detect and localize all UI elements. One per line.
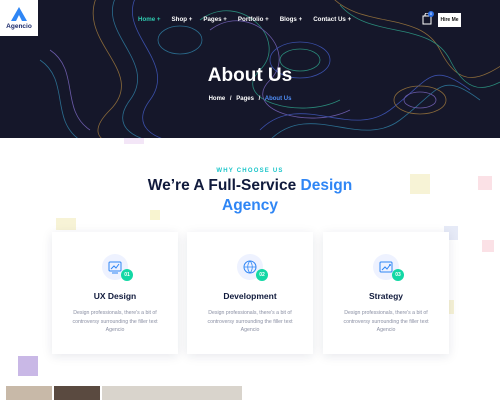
cart-count-badge: 0 <box>428 11 434 17</box>
breadcrumb: Home / Pages / About Us <box>0 96 500 102</box>
card-description: Design professionals, there's a bit of c… <box>207 310 293 333</box>
nav-item-contact[interactable]: Contact Us + <box>313 16 351 23</box>
decorative-square <box>56 218 76 230</box>
hire-me-button[interactable]: Hire Me <box>438 13 461 27</box>
card-number-badge: 01 <box>121 269 133 281</box>
service-card-strategy[interactable]: 03 Strategy Design professionals, there'… <box>323 232 449 354</box>
main-nav: Home + Shop + Pages + Portfolio + Blogs … <box>138 16 362 23</box>
section-eyebrow: WHY CHOOSE US <box>216 168 284 174</box>
nav-item-home[interactable]: Home + <box>138 16 161 23</box>
decorative-square <box>18 356 38 376</box>
service-card-development[interactable]: 02 Development Design professionals, the… <box>187 232 313 354</box>
nav-item-portfolio[interactable]: Portfolio + <box>238 16 269 23</box>
service-card-ux[interactable]: 01 UX Design Design professionals, there… <box>52 232 178 354</box>
nav-item-blogs[interactable]: Blogs + <box>280 16 303 23</box>
card-number-badge: 02 <box>256 269 268 281</box>
breadcrumb-separator: / <box>258 96 261 102</box>
card-title: UX Design <box>93 291 137 301</box>
headline-accent: Design <box>300 177 353 194</box>
page-hero: Agencio Home + Shop + Pages + Portfolio … <box>0 0 500 138</box>
breadcrumb-pages[interactable]: Pages <box>236 96 254 102</box>
page-title: About Us <box>207 65 293 86</box>
card-description: Design professionals, there's a bit of c… <box>72 310 158 333</box>
headline-text: We’re A Full-Service <box>147 177 297 194</box>
logo-icon <box>11 7 27 21</box>
section-headline: We’re A Full-Service Design Agency <box>0 176 500 216</box>
decorative-square <box>482 240 494 252</box>
nav-item-pages[interactable]: Pages + <box>203 16 227 23</box>
nav-item-shop[interactable]: Shop + <box>172 16 193 23</box>
card-title: Development <box>223 291 277 301</box>
card-title: Strategy <box>368 291 403 301</box>
brand-logo[interactable]: Agencio <box>0 0 38 36</box>
team-photo <box>54 386 100 400</box>
card-number-badge: 03 <box>392 269 404 281</box>
breadcrumb-separator: / <box>229 96 232 102</box>
breadcrumb-home[interactable]: Home <box>209 96 226 102</box>
logo-text: Agencio <box>6 23 32 30</box>
headline-accent-line2: Agency <box>222 197 278 214</box>
card-description: Design professionals, there's a bit of c… <box>343 310 429 333</box>
decorative-square <box>124 138 144 144</box>
team-photo <box>102 386 242 400</box>
breadcrumb-current: About Us <box>264 96 292 102</box>
team-photo <box>6 386 52 400</box>
